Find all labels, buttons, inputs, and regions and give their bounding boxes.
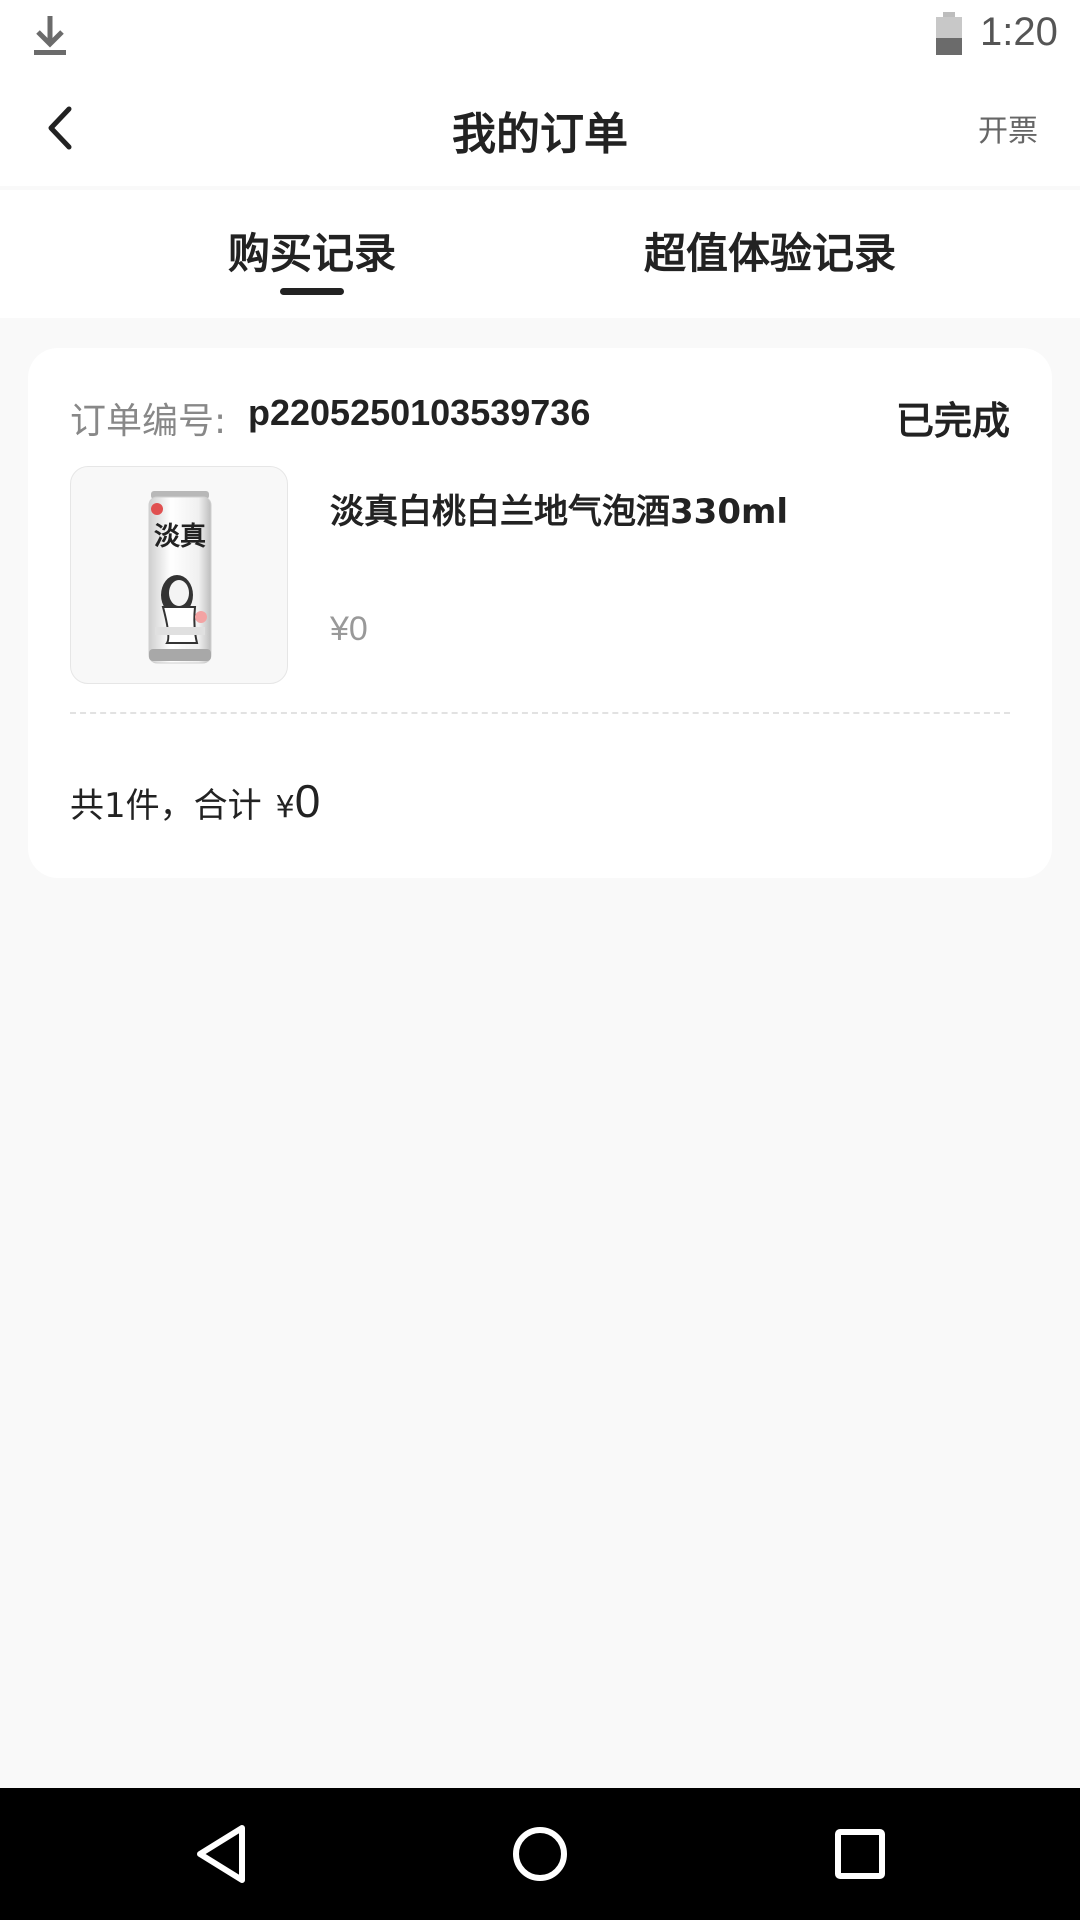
order-card[interactable]: 订单编号: p2205250103539736 已完成 淡真 淡真白桃白兰地气泡… — [28, 348, 1052, 878]
status-bar: 1:20 — [0, 0, 1080, 70]
square-recents-icon[interactable] — [824, 1818, 896, 1890]
tab-trial-records[interactable]: 超值体验记录 — [620, 220, 920, 281]
tab-purchase-records[interactable]: 购买记录 — [196, 220, 428, 281]
header: 我的订单 开票 — [0, 70, 1080, 186]
divider — [70, 712, 1010, 714]
circle-home-icon[interactable] — [504, 1818, 576, 1890]
system-nav-bar — [0, 1788, 1080, 1920]
tabs-bar: 购买记录 超值体验记录 — [0, 190, 1080, 318]
beverage-can-image: 淡真 — [148, 491, 212, 664]
product-price: ¥0 — [330, 610, 368, 648]
order-number: p2205250103539736 — [248, 392, 591, 433]
triangle-back-icon[interactable] — [186, 1818, 258, 1890]
order-summary: 共1件，合计 ¥ 0 — [70, 774, 320, 828]
download-icon — [34, 16, 66, 55]
status-time: 1:20 — [980, 10, 1058, 54]
product-image[interactable]: 淡真 — [70, 466, 288, 684]
order-status: 已完成 — [895, 399, 1010, 443]
product-name[interactable]: 淡真白桃白兰地气泡酒330ml — [330, 484, 788, 533]
summary-currency: ¥ — [275, 790, 295, 825]
battery-icon — [936, 12, 962, 55]
invoice-button[interactable]: 开票 — [978, 106, 1038, 150]
summary-amount: 0 — [294, 775, 321, 827]
active-tab-indicator — [280, 288, 344, 295]
summary-text: 共1件，合计 — [70, 786, 262, 826]
svg-text:淡真: 淡真 — [154, 522, 206, 552]
page-title: 我的订单 — [452, 109, 628, 160]
order-number-label: 订单编号: — [70, 401, 227, 442]
